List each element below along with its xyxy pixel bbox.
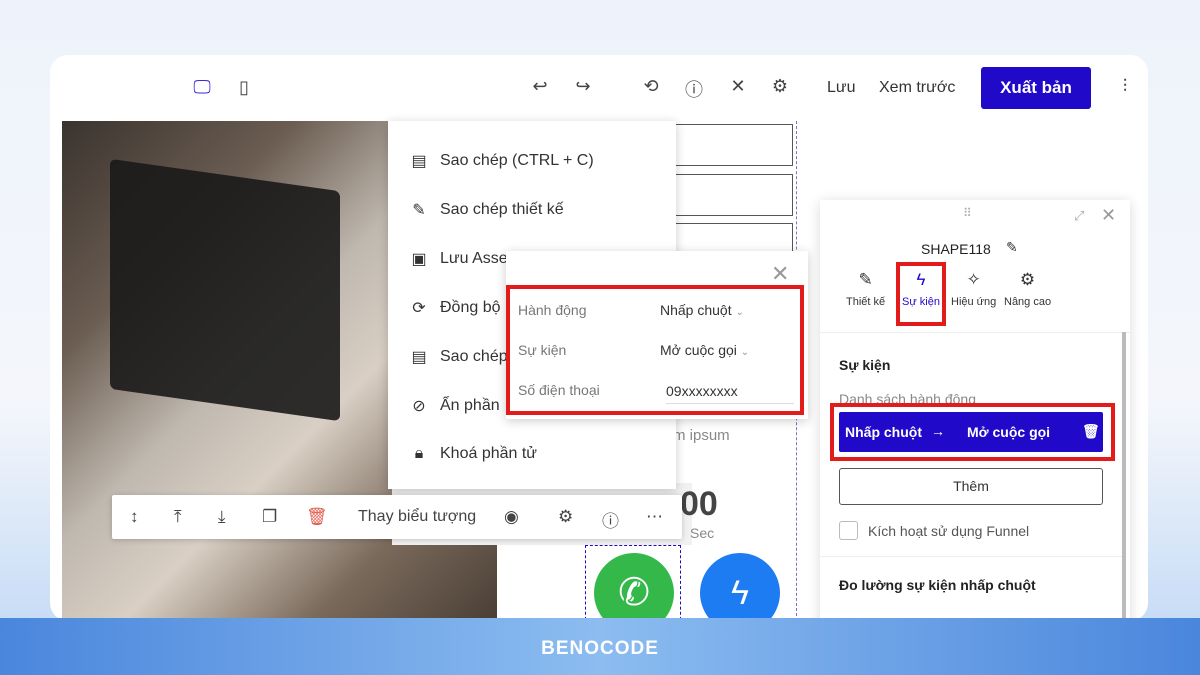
event-popup: ✕ Hành động Nhấp chuột ⌄ Sự kiện Mở cuộc…	[506, 251, 808, 419]
lock-icon: 🔒︎	[414, 445, 424, 462]
save-button[interactable]: Lưu	[827, 79, 856, 97]
drag-handle-icon[interactable]: ⠿	[963, 206, 972, 220]
magic-wand-icon: ✧	[966, 270, 981, 289]
editor-window: 🖵 ▯ ↩ ↪ ⟲ ⓘ ✕ ⚙ Lưu Xem trước Xuất bản ⫶…	[50, 55, 1148, 621]
divider	[820, 332, 1130, 333]
divider	[820, 556, 1122, 557]
menu-hide[interactable]: ⊘ Ẩn phần	[410, 396, 499, 416]
undo-icon[interactable]: ↩	[528, 76, 552, 97]
add-action-button[interactable]: Thêm	[839, 468, 1103, 505]
copy-icon: ▤	[411, 153, 427, 170]
tab-design[interactable]: ✎ Thiết kế	[846, 270, 885, 308]
move-up-icon[interactable]: ⤒	[174, 507, 182, 527]
phone-label: Số điện thoại	[518, 382, 600, 398]
tab-advanced[interactable]: ⚙ Nâng cao	[1004, 270, 1051, 308]
redo-icon[interactable]: ↪	[571, 76, 595, 97]
preview-button[interactable]: Xem trước	[879, 79, 955, 97]
move-down-icon[interactable]: ⤓	[218, 507, 226, 527]
element-name: SHAPE118	[921, 241, 991, 257]
change-icon-button[interactable]: Thay biểu tượng	[358, 508, 476, 526]
laptop-image-detail	[110, 158, 340, 422]
menu-copy-2[interactable]: ▤ Sao chép	[410, 347, 507, 367]
copy-icon: ▤	[411, 349, 427, 366]
highlight-box	[896, 262, 946, 326]
event-label: Sự kiện	[518, 342, 567, 358]
copy-design-icon: ✎	[412, 202, 426, 219]
menu-sync[interactable]: ⟳ Đồng bộ	[410, 298, 500, 318]
trash-icon[interactable]: 🗑︎	[306, 507, 328, 527]
duplicate-icon[interactable]: ❐	[262, 507, 277, 527]
publish-button[interactable]: Xuất bản	[981, 67, 1091, 109]
timer-unit: Sec	[690, 525, 715, 541]
benocode-logo: BENOCODE	[541, 638, 659, 659]
edit-name-icon[interactable]: ✎	[1006, 239, 1018, 256]
funnel-checkbox[interactable]	[839, 521, 858, 540]
arrow-right-icon: →	[931, 423, 945, 439]
advanced-icon: ⚙	[1019, 270, 1036, 289]
help-icon[interactable]: ⓘ	[602, 507, 619, 532]
trash-icon[interactable]: 🗑︎	[1082, 423, 1100, 440]
timer-seconds: 00	[680, 485, 718, 523]
help-icon[interactable]: ⓘ	[682, 76, 706, 102]
desktop-icon[interactable]: 🖵	[190, 77, 214, 98]
element-toolbar: ↕ ⤒ ⤓ ❐ 🗑︎ Thay biểu tượng ◉ ⚙ ⓘ ⋯	[112, 495, 682, 539]
expand-icon[interactable]: ⤢	[1074, 208, 1084, 224]
save-icon: ▣	[411, 251, 427, 268]
action-label: Hành động	[518, 302, 587, 318]
design-icon: ✎	[858, 270, 873, 289]
move-vertical-icon[interactable]: ↕	[130, 507, 139, 527]
close-icon[interactable]: ✕	[1101, 205, 1116, 226]
eye-off-icon: ⊘	[412, 398, 426, 415]
history-icon[interactable]: ⟲	[639, 76, 663, 97]
scrollbar[interactable]	[1122, 332, 1126, 621]
action-item[interactable]: Nhấp chuột → Mở cuộc gọi 🗑︎	[839, 412, 1103, 452]
phone-input[interactable]: 09xxxxxxxx	[666, 383, 794, 404]
tablet-icon[interactable]: ▯	[232, 77, 256, 98]
funnel-label: Kích hoạt sử dụng Funnel	[868, 523, 1030, 539]
form-field[interactable]	[673, 174, 793, 216]
sync-icon: ⟳	[412, 300, 426, 317]
lorem-text: m ipsum	[673, 427, 730, 444]
settings-icon[interactable]: ⚙	[558, 507, 573, 527]
menu-copy-design[interactable]: ✎ Sao chép thiết kế	[410, 200, 563, 220]
chevron-down-icon: ⌄	[740, 347, 750, 358]
settings-icon[interactable]: ⚙	[768, 76, 792, 97]
section-title: Sự kiện	[839, 357, 891, 373]
menu-copy[interactable]: ▤ Sao chép (CTRL + C)	[410, 151, 593, 171]
top-toolbar: 🖵 ▯ ↩ ↪ ⟲ ⓘ ✕ ⚙ Lưu Xem trước Xuất bản ⫶	[50, 55, 1148, 121]
tab-effects[interactable]: ✧ Hiệu ứng	[951, 270, 996, 308]
measure-title: Đo lường sự kiện nhấp chuột	[839, 577, 1036, 593]
tools-icon[interactable]: ✕	[726, 76, 750, 97]
menu-lock[interactable]: 🔒︎ Khoá phần tử	[410, 445, 537, 463]
action-select[interactable]: Nhấp chuột ⌄	[660, 302, 744, 318]
event-select[interactable]: Mở cuộc gọi ⌄	[660, 342, 749, 358]
sliders-icon[interactable]: ⫶	[1113, 76, 1137, 97]
messenger-icon[interactable]: ϟ	[700, 553, 780, 621]
chevron-down-icon: ⌄	[735, 307, 744, 318]
menu-save-asset[interactable]: ▣ Lưu Asse	[410, 249, 507, 269]
close-icon[interactable]: ✕	[771, 261, 789, 287]
palette-icon[interactable]: ◉	[504, 507, 519, 527]
properties-panel: ⠿ ⤢ ✕ SHAPE118 ✎ ✎ Thiết kế ϟ Sự kiện ✧ Hiệ…	[820, 200, 1130, 621]
form-field[interactable]	[673, 124, 793, 166]
more-icon[interactable]: ⋯	[646, 507, 663, 527]
